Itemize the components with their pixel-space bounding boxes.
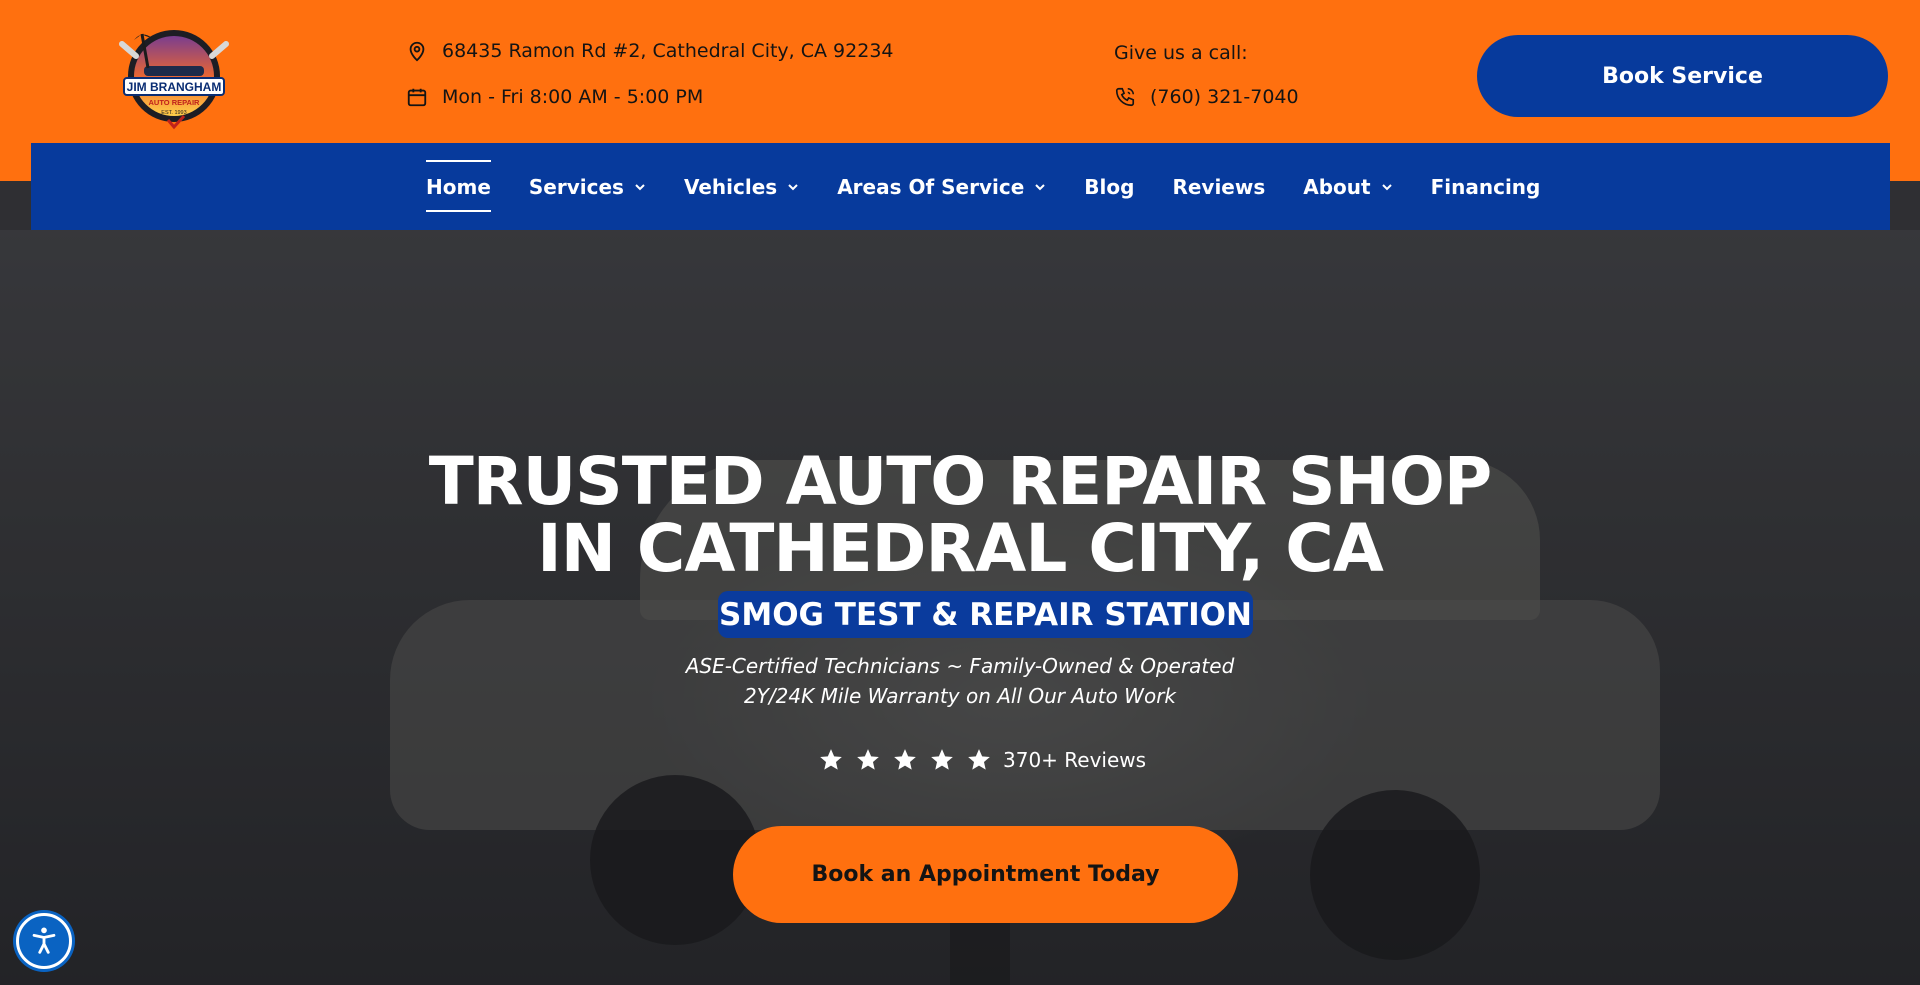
nav-item-services[interactable]: Services [529,175,646,199]
chevron-down-icon [1035,183,1045,190]
address-text: 68435 Ramon Rd #2, Cathedral City, CA 92… [442,40,894,62]
nav-item-label: Vehicles [683,174,778,199]
hero-subtitle-line2: 2Y/24K Mile Warranty on All Our Auto Wor… [743,684,1176,708]
nav-item-label: Blog [1084,174,1135,199]
phone-icon [1115,87,1135,107]
star-icon [968,749,990,770]
svg-text:JIM BRANGHAM: JIM BRANGHAM [127,80,222,94]
nav-item-vehicles[interactable]: Vehicles [684,175,799,199]
call-label: Give us a call: [1114,42,1248,64]
star-icon [894,749,916,770]
main-nav: Home Services Vehicles Areas Of Service Blog… [31,143,1890,230]
nav-item-label: Areas Of Service [837,174,1025,199]
nav-item-label: Financing [1430,174,1541,199]
hero-subtitle-line1: ASE-Certified Technicians ~ Family-Owned… [685,654,1235,678]
svg-text:AUTO REPAIR: AUTO REPAIR [149,98,201,107]
nav-item-reviews[interactable]: Reviews [1172,175,1265,199]
phone-link[interactable]: (760) 321-7040 [1114,86,1299,108]
star-rating [818,747,992,773]
nav-item-label: About [1303,174,1371,199]
star-icon [820,749,842,770]
nav-item-about[interactable]: About [1303,175,1392,199]
chevron-down-icon [788,183,798,190]
calendar-icon [407,88,427,107]
book-service-button[interactable]: Book Service [1477,35,1888,117]
chevron-down-icon [635,183,645,190]
accessibility-icon [32,927,56,954]
chevron-down-icon [1381,183,1392,190]
nav-item-blog[interactable]: Blog [1084,175,1134,199]
hero-title-line2: IN CATHEDRAL CITY, CA [537,510,1384,587]
address[interactable]: 68435 Ramon Rd #2, Cathedral City, CA 92… [406,40,894,62]
nav-item-financing[interactable]: Financing [1431,175,1541,199]
hero-title-line1: TRUSTED AUTO REPAIR SHOP [428,443,1493,520]
brand-logo[interactable]: JIM BRANGHAM AUTO REPAIR EST. 1993 [108,26,240,130]
accessibility-button[interactable] [16,913,72,969]
smog-badge: SMOG TEST & REPAIR STATION [718,591,1253,638]
star-icon [931,749,953,770]
nav-item-label: Reviews [1172,174,1266,199]
star-icon [857,749,879,770]
phone-text: (760) 321-7040 [1150,86,1299,108]
hours-text: Mon - Fri 8:00 AM - 5:00 PM [442,86,704,108]
map-pin-icon [409,41,425,62]
reviews-count: 370+ Reviews [1003,748,1147,772]
nav-item-label: Services [528,174,624,199]
book-appointment-button[interactable]: Book an Appointment Today [733,826,1238,923]
nav-list: Home Services Vehicles Areas Of Service Blog… [426,143,1578,230]
rating[interactable]: 370+ Reviews [818,745,1146,775]
nav-item-areas-of-service[interactable]: Areas Of Service [837,175,1046,199]
nav-item-label: Home [426,174,491,199]
business-hours: Mon - Fri 8:00 AM - 5:00 PM [406,86,703,108]
nav-item-home[interactable]: Home [426,159,491,212]
